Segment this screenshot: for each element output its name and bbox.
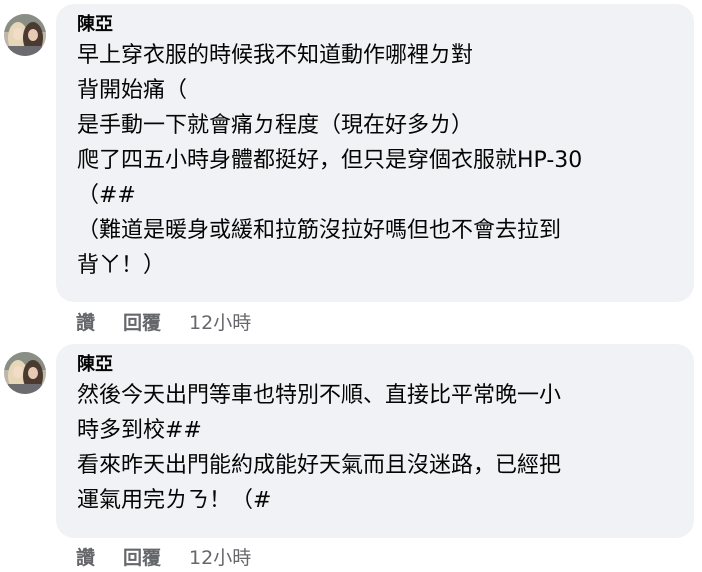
comment-text-line: 然後今天出門等車也特別不順、直接比平常晚一小 (77, 383, 562, 408)
comment-text-line: （難道是暖身或緩和拉筋沒拉好嗎但也不會去拉到 (77, 218, 562, 243)
timestamp[interactable]: 12小時 (189, 308, 251, 335)
avatar[interactable] (4, 352, 46, 394)
comment-text-line: 看來昨天出門能約成能好天氣而且沒迷路，已經把 (77, 453, 562, 478)
comment-text-line: 早上穿衣服的時候我不知道動作哪裡ㄉ對 (77, 43, 474, 68)
comment-text-line: 爬了四五小時身體都挺好，但只是穿個衣服就HP-30 (77, 148, 583, 173)
comment-text-line: 時多到校## (77, 418, 202, 443)
author-name[interactable]: 陳亞 (77, 12, 680, 38)
like-button[interactable]: 讚 (76, 543, 95, 570)
comment-text-line: 是手動一下就會痛ㄉ程度（現在好多ㄌ） (77, 113, 474, 138)
comment-actions: 讚 回覆 12小時 (76, 543, 251, 570)
reply-button[interactable]: 回覆 (123, 308, 161, 335)
comment-actions: 讚 回覆 12小時 (76, 308, 251, 335)
comment-text-line: （## (77, 183, 136, 208)
comment-bubble: 陳亞 然後今天出門等車也特別不順、直接比平常晚一小 時多到校## 看來昨天出門能… (56, 344, 694, 538)
author-name[interactable]: 陳亞 (77, 352, 680, 378)
timestamp[interactable]: 12小時 (189, 543, 251, 570)
reply-button[interactable]: 回覆 (123, 543, 161, 570)
comment-text-line: 背ㄚ！） (77, 253, 166, 278)
comment-bubble: 陳亞 早上穿衣服的時候我不知道動作哪裡ㄉ對 背開始痛（ 是手動一下就會痛ㄉ程度（… (56, 4, 694, 302)
comment-text-line: 背開始痛（ (77, 78, 188, 103)
comment-text-line: 運氣用完ㄌㄋ！（# (77, 488, 272, 513)
avatar[interactable] (4, 14, 46, 56)
like-button[interactable]: 讚 (76, 308, 95, 335)
